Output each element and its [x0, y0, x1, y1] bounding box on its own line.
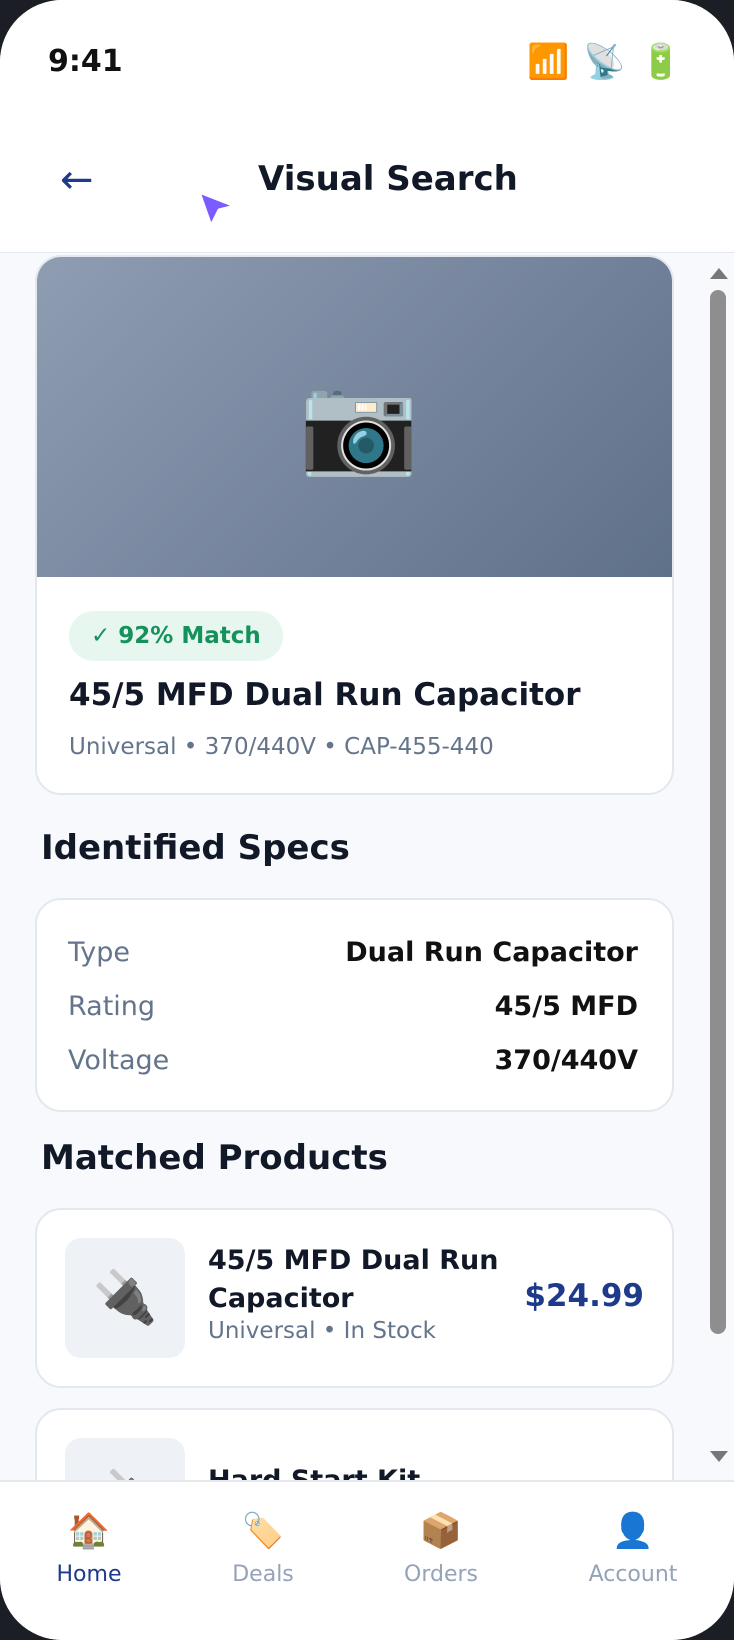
specs-card: Type Dual Run Capacitor Rating 45/5 MFD …	[35, 898, 674, 1112]
spec-value: Dual Run Capacitor	[345, 936, 638, 968]
status-time: 9:41	[48, 44, 123, 79]
nav-item-orders[interactable]: 📦 Orders	[366, 1510, 516, 1587]
product-card[interactable]: 🔌 45/5 MFD Dual Run Capacitor Universal …	[35, 1208, 674, 1388]
wifi-icon: 📡	[583, 42, 626, 82]
phone-screen: 9:41 📶 📡 🔋 ← Visual Search 📷 ✓ 92% Match…	[0, 0, 734, 1640]
page-title: Visual Search	[258, 159, 518, 199]
product-price: $24.99	[524, 1278, 644, 1314]
scrollbar[interactable]	[706, 260, 730, 1470]
spec-row-voltage: Voltage 370/440V	[68, 1040, 638, 1080]
package-icon: 📦	[419, 1511, 463, 1551]
tag-icon: 🏷️	[241, 1511, 285, 1551]
spec-label: Type	[68, 936, 131, 968]
product-card[interactable]: 🔌 Hard Start Kit	[35, 1408, 674, 1480]
nav-item-account[interactable]: 👤 Account	[558, 1510, 708, 1587]
scroll-down-icon[interactable]	[710, 1451, 728, 1462]
product-name: Hard Start Kit	[208, 1462, 508, 1480]
specs-heading: Identified Specs	[41, 828, 350, 868]
spec-row-type: Type Dual Run Capacitor	[68, 932, 638, 972]
nav-label: Orders	[404, 1562, 478, 1587]
captured-photo: 📷	[37, 257, 672, 577]
cursor-icon	[197, 190, 237, 228]
nav-item-home[interactable]: 🏠 Home	[14, 1510, 164, 1587]
battery-icon: 🔋	[639, 42, 682, 82]
product-name: 45/5 MFD Dual Run Capacitor	[208, 1245, 499, 1314]
products-heading: Matched Products	[41, 1138, 388, 1178]
match-title: 45/5 MFD Dual Run Capacitor	[69, 677, 581, 713]
product-subtitle: Universal • In Stock	[208, 1318, 437, 1344]
nav-item-deals[interactable]: 🏷️ Deals	[188, 1510, 338, 1587]
match-card[interactable]: 📷 ✓ 92% Match 45/5 MFD Dual Run Capacito…	[35, 255, 674, 795]
user-icon: 👤	[611, 1511, 655, 1551]
match-subtitle: Universal • 370/440V • CAP-455-440	[69, 734, 494, 760]
spec-value: 45/5 MFD	[494, 990, 638, 1022]
scroll-up-icon[interactable]	[710, 268, 728, 279]
back-arrow-icon[interactable]: ←	[60, 158, 104, 202]
home-icon: 🏠	[67, 1511, 111, 1551]
status-bar: 9:41 📶 📡 🔋	[0, 0, 734, 125]
match-badge: ✓ 92% Match	[69, 611, 283, 661]
status-icons: 📶 📡 🔋	[527, 42, 682, 82]
spec-label: Voltage	[68, 1044, 170, 1076]
camera-icon: 📷	[299, 368, 419, 480]
spec-row-rating: Rating 45/5 MFD	[68, 986, 638, 1026]
plug-icon: 🔌	[65, 1238, 185, 1358]
signal-icon: 📶	[526, 42, 570, 82]
nav-label: Deals	[232, 1562, 294, 1587]
app-header: ← Visual Search	[0, 125, 734, 253]
spec-value: 370/440V	[494, 1044, 638, 1076]
nav-label: Home	[56, 1562, 122, 1587]
plug-icon: 🔌	[65, 1438, 185, 1480]
nav-label: Account	[588, 1562, 678, 1587]
scroll-content[interactable]: 📷 ✓ 92% Match 45/5 MFD Dual Run Capacito…	[0, 252, 700, 1480]
spec-label: Rating	[68, 990, 156, 1022]
scroll-thumb[interactable]	[710, 290, 726, 1334]
bottom-nav: 🏠 Home 🏷️ Deals 📦 Orders 👤 Account	[0, 1480, 734, 1640]
